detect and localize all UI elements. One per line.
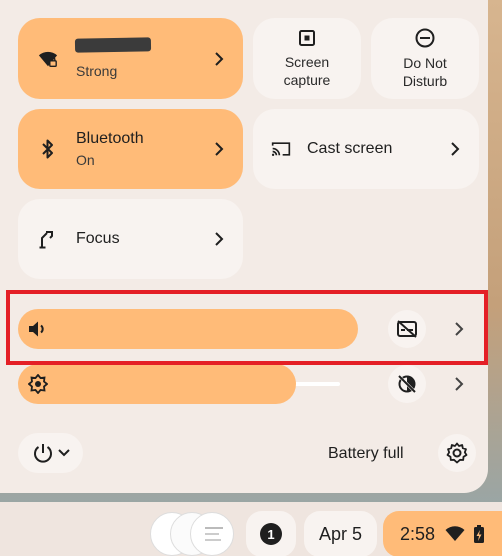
chevron-right-icon[interactable] bbox=[213, 142, 225, 156]
night-light-off-icon bbox=[397, 374, 417, 394]
brightness-icon bbox=[28, 374, 48, 394]
brightness-slider[interactable] bbox=[18, 364, 340, 404]
live-caption-off-icon bbox=[397, 320, 417, 338]
cast-icon bbox=[271, 139, 291, 159]
cast-text: Cast screen bbox=[307, 140, 392, 158]
live-caption-toggle[interactable] bbox=[388, 310, 426, 348]
screen-capture-icon bbox=[299, 29, 315, 46]
cast-title: Cast screen bbox=[307, 140, 393, 157]
screen-capture-label-line2: capture bbox=[283, 71, 331, 88]
bluetooth-icon bbox=[38, 139, 58, 159]
redacted-network-name bbox=[74, 37, 152, 53]
night-light-toggle[interactable] bbox=[388, 365, 426, 403]
chevron-right-icon[interactable] bbox=[213, 51, 225, 66]
do-not-disturb-tile[interactable]: Do Not Disturb bbox=[371, 18, 479, 99]
battery-status-text: Battery full bbox=[328, 445, 404, 462]
cast-screen-tile[interactable]: Cast screen bbox=[253, 109, 479, 189]
chevron-down-icon bbox=[57, 449, 70, 457]
screen-capture-label: Screen capture bbox=[284, 53, 331, 89]
dnd-label-line2: Disturb bbox=[402, 72, 448, 89]
focus-text: Focus bbox=[76, 230, 120, 248]
settings-button[interactable] bbox=[438, 434, 476, 472]
dnd-label-line1: Do Not bbox=[403, 54, 447, 71]
wifi-icon bbox=[445, 526, 465, 541]
screen-capture-tile[interactable]: Screen capture bbox=[253, 18, 361, 99]
date-text: Apr 5 bbox=[318, 523, 363, 544]
notification-count: 1 bbox=[267, 526, 275, 542]
focus-tile[interactable]: Focus bbox=[18, 199, 243, 279]
battery-charging-icon bbox=[474, 525, 485, 543]
chevron-right-icon[interactable] bbox=[449, 142, 461, 156]
do-not-disturb-icon bbox=[415, 28, 435, 47]
network-tile[interactable]: Strong bbox=[18, 18, 243, 99]
chevron-right-icon[interactable] bbox=[213, 232, 225, 246]
notification-count-badge: 1 bbox=[260, 523, 282, 545]
volume-slider[interactable] bbox=[18, 309, 358, 349]
date-tray[interactable]: Apr 5 bbox=[304, 511, 377, 556]
holding-space-tray[interactable] bbox=[150, 512, 236, 556]
quick-settings-panel: Strong Screen capture Do Not Disturb Blu… bbox=[0, 0, 488, 493]
gear-icon bbox=[446, 442, 468, 464]
holding-space-thumbnail bbox=[190, 512, 234, 556]
bluetooth-status: On bbox=[76, 152, 95, 168]
focus-title: Focus bbox=[76, 230, 120, 247]
notification-counter-pill[interactable]: 1 bbox=[246, 511, 296, 556]
volume-settings-chevron-icon[interactable] bbox=[453, 322, 465, 336]
screen-capture-label-line1: Screen bbox=[284, 53, 330, 70]
time-text: 2:58 bbox=[399, 523, 436, 544]
display-settings-chevron-icon[interactable] bbox=[453, 377, 465, 391]
power-menu-button[interactable] bbox=[18, 433, 83, 473]
focus-lamp-icon bbox=[38, 229, 58, 249]
volume-icon bbox=[29, 321, 44, 337]
status-area-tray[interactable]: 2:58 bbox=[383, 511, 502, 556]
bluetooth-title: Bluetooth bbox=[76, 130, 144, 147]
bluetooth-text: Bluetooth On bbox=[76, 130, 144, 168]
brightness-slider-fill bbox=[18, 364, 296, 404]
bluetooth-tile[interactable]: Bluetooth On bbox=[18, 109, 243, 189]
wifi-locked-icon bbox=[38, 49, 58, 69]
power-icon bbox=[33, 444, 52, 463]
network-status: Strong bbox=[76, 62, 118, 79]
do-not-disturb-label: Do Not Disturb bbox=[403, 54, 447, 90]
volume-slider-fill bbox=[18, 309, 358, 349]
